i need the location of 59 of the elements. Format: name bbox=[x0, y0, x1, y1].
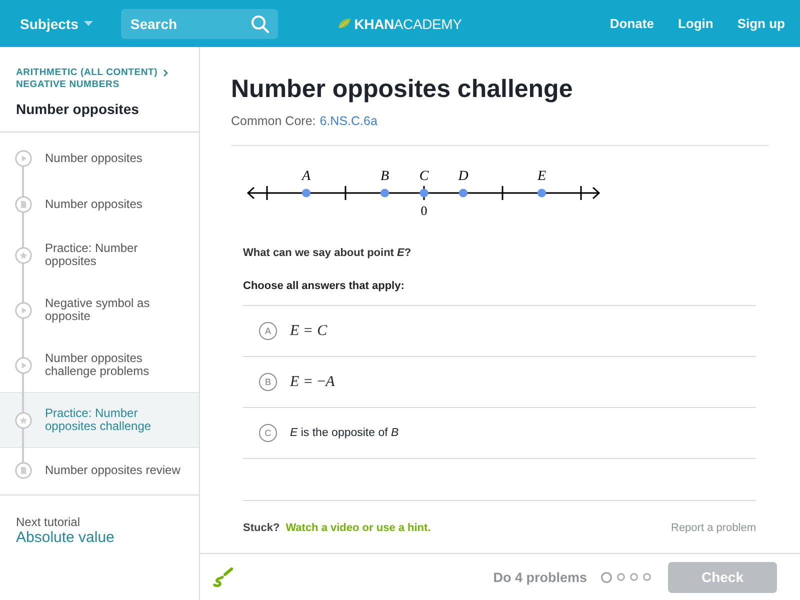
option-text: E is the opposite of B bbox=[290, 427, 399, 439]
exercise-title: Number opposites challenge bbox=[231, 74, 574, 105]
play-icon bbox=[15, 302, 32, 318]
stuck-label: Stuck? bbox=[243, 521, 280, 535]
point-label: E bbox=[537, 169, 546, 184]
question-text: What can we say about point E? bbox=[243, 246, 412, 261]
tick-mark bbox=[266, 186, 268, 200]
report-link[interactable]: Report a problem bbox=[671, 521, 756, 535]
point-label: B bbox=[380, 169, 390, 184]
option-letter[interactable]: A bbox=[259, 322, 277, 340]
next-tutorial-link[interactable]: Absolute value bbox=[16, 529, 114, 547]
caret-icon bbox=[84, 21, 94, 26]
task-text: Do 4 problems bbox=[493, 570, 587, 584]
point-label: C bbox=[419, 169, 429, 184]
instruction-text: Choose all answers that apply: bbox=[243, 279, 406, 294]
nav-link[interactable]: Donate bbox=[610, 16, 654, 31]
sidebar-item[interactable]: Number opposites challenge problems bbox=[0, 337, 199, 393]
point-label: A bbox=[302, 169, 311, 184]
nav-link[interactable]: Sign up bbox=[737, 16, 785, 31]
play-icon bbox=[15, 356, 32, 374]
option-text: E = −A bbox=[290, 374, 335, 390]
hint-link[interactable]: Watch a video or use a hint. bbox=[286, 521, 431, 535]
point-marker bbox=[458, 188, 468, 198]
tick-label: 0 bbox=[420, 203, 428, 218]
tick-mark bbox=[502, 186, 504, 200]
point-marker bbox=[302, 188, 311, 198]
document-icon bbox=[15, 462, 32, 479]
option-text: E = C bbox=[290, 322, 328, 340]
sidebar-item[interactable]: Number opposites bbox=[0, 135, 199, 182]
sidebar-item[interactable]: Negative symbol as opposite bbox=[0, 282, 199, 338]
tick-mark bbox=[423, 186, 425, 200]
option-letter[interactable]: C bbox=[259, 424, 277, 442]
standard-label: Common Core: bbox=[231, 114, 316, 128]
play-icon bbox=[15, 150, 32, 167]
sidebar-item[interactable]: Practice: Number opposites bbox=[0, 227, 199, 283]
point-marker bbox=[380, 188, 390, 198]
next-tutorial-caption: Next tutorial bbox=[16, 515, 82, 529]
point-label: D bbox=[458, 169, 468, 184]
leaf-icon bbox=[338, 18, 352, 29]
point-marker bbox=[420, 188, 428, 198]
document-icon bbox=[15, 196, 32, 213]
sidebar-item[interactable]: Number opposites review bbox=[0, 447, 199, 494]
search-icon[interactable] bbox=[251, 14, 270, 32]
tick-mark bbox=[580, 186, 582, 200]
breadcrumb-link[interactable]: ARITHMETIC (ALL CONTENT) bbox=[16, 67, 158, 79]
option-letter[interactable]: B bbox=[259, 373, 277, 391]
chevron-icon bbox=[162, 69, 168, 77]
logo-link[interactable]: KHANACADEMY bbox=[338, 16, 462, 32]
subjects-button[interactable]: Subjects bbox=[20, 16, 94, 32]
squiggle-icon[interactable] bbox=[212, 566, 234, 588]
tutorial-title: Number opposites bbox=[16, 100, 140, 118]
search-field[interactable]: Search bbox=[121, 8, 278, 38]
breadcrumb-link[interactable]: NEGATIVE NUMBERS bbox=[16, 79, 120, 91]
standard-link[interactable]: 6.NS.C.6a bbox=[320, 114, 378, 128]
sidebar-item[interactable]: Practice: Number opposites challenge bbox=[0, 392, 199, 448]
tick-mark bbox=[344, 186, 346, 200]
point-marker bbox=[537, 188, 546, 198]
sidebar-item[interactable]: Number opposites bbox=[0, 181, 199, 228]
nav-link[interactable]: Login bbox=[678, 16, 714, 31]
